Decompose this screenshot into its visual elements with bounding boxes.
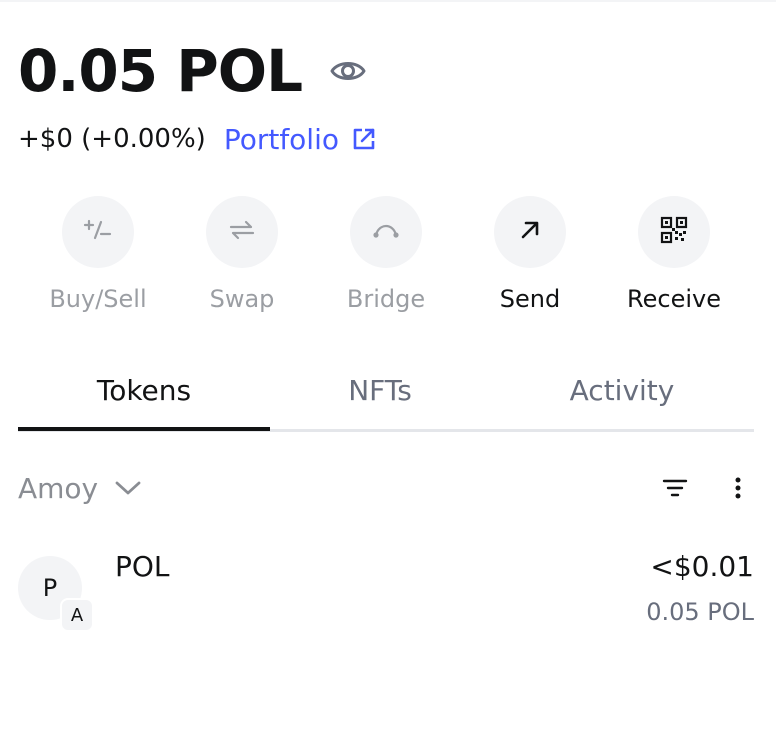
tab-bar: Tokens NFTs Activity (18, 350, 754, 432)
plus-minus-icon (83, 218, 113, 246)
swap-button[interactable]: Swap (170, 196, 314, 326)
receive-button[interactable]: Receive (602, 196, 746, 326)
qr-code-icon (660, 216, 688, 248)
swap-circle (206, 196, 278, 268)
balance-amount: 0.05 POL (18, 37, 303, 105)
bridge-circle (350, 196, 422, 268)
more-options-icon[interactable] (718, 470, 758, 506)
arrow-up-right-icon (518, 218, 542, 246)
wallet-home: 0.05 POL +$0 (+0.00%) Portfolio Buy/Sell… (0, 0, 776, 736)
swap-arrows-icon (227, 218, 257, 246)
buy-sell-button[interactable]: Buy/Sell (26, 196, 170, 326)
send-label: Send (499, 285, 561, 313)
buy-sell-label: Buy/Sell (49, 285, 147, 313)
buy-sell-circle (62, 196, 134, 268)
balance-change: +$0 (+0.00%) (18, 124, 206, 154)
token-name: POL (115, 550, 170, 583)
tab-activity[interactable]: Activity (500, 350, 744, 430)
token-fiat-value: <$0.01 (650, 550, 754, 583)
receive-circle (638, 196, 710, 268)
bridge-label: Bridge (346, 285, 426, 313)
receive-label: Receive (627, 285, 721, 313)
network-filter-dropdown[interactable]: Amoy (18, 466, 142, 510)
network-badge: A (60, 598, 94, 632)
external-link-icon (351, 126, 377, 152)
action-bar: Buy/Sell Swap Bridge Send Receive (26, 196, 746, 326)
portfolio-label: Portfolio (223, 122, 339, 156)
tab-nfts[interactable]: NFTs (260, 350, 500, 430)
swap-label: Swap (209, 285, 275, 313)
balance-change-row: +$0 (+0.00%) Portfolio (18, 118, 377, 160)
active-tab-indicator (18, 427, 270, 431)
send-circle (494, 196, 566, 268)
token-row[interactable]: P A POL <$0.01 0.05 POL (18, 546, 754, 636)
chevron-down-icon (114, 479, 142, 497)
token-balance: 0.05 POL (646, 598, 754, 626)
network-filter-label: Amoy (18, 471, 99, 505)
balance-row: 0.05 POL (18, 36, 368, 106)
eye-icon[interactable] (328, 51, 368, 91)
portfolio-link[interactable]: Portfolio (224, 123, 377, 156)
top-divider (0, 0, 776, 2)
bridge-button[interactable]: Bridge (314, 196, 458, 326)
sort-icon[interactable] (655, 470, 695, 506)
tab-tokens[interactable]: Tokens (18, 350, 270, 430)
bridge-icon (371, 220, 401, 244)
send-button[interactable]: Send (458, 196, 602, 326)
